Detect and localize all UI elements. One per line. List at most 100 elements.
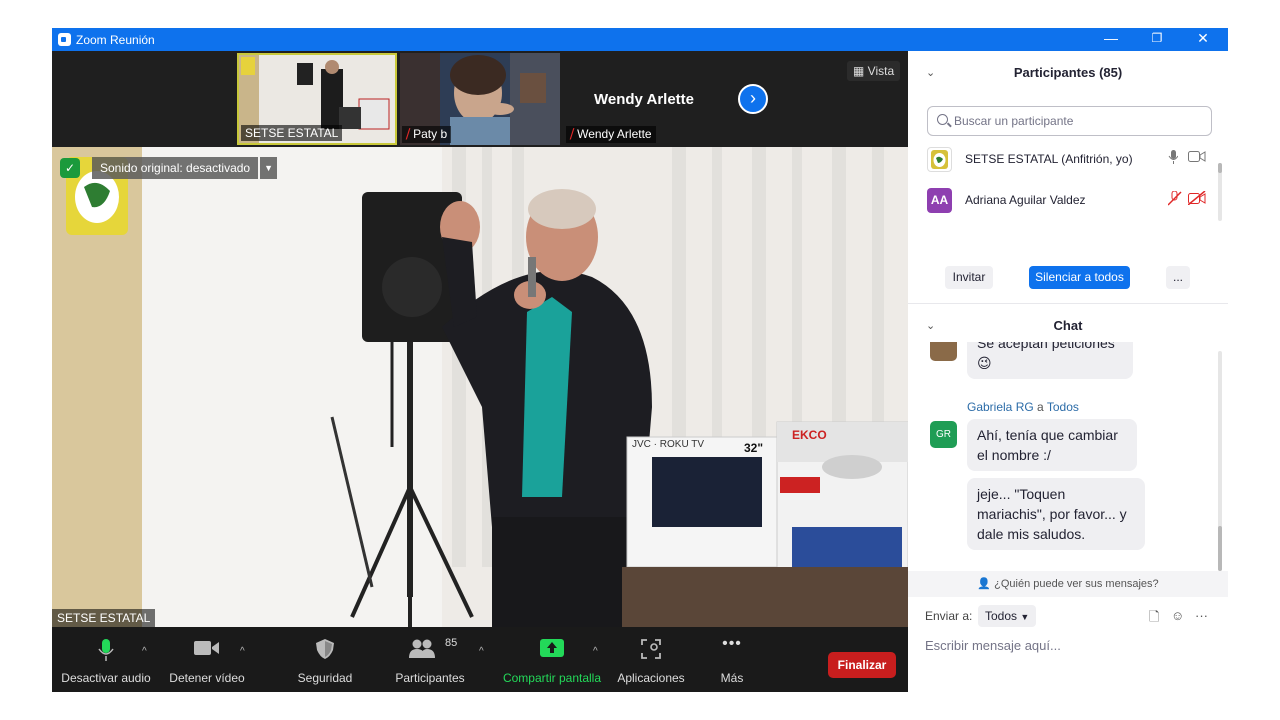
send-to-label: Enviar a: (925, 609, 973, 623)
participants-more-button[interactable]: ... (1166, 266, 1190, 289)
participants-label: Participantes (395, 671, 465, 685)
search-placeholder: Buscar un participante (954, 114, 1074, 128)
security-shield-icon (316, 639, 334, 659)
microphone-muted-icon[interactable] (1168, 191, 1182, 206)
send-to-select[interactable]: Todos ▼ (978, 605, 1037, 627)
zoom-window: Zoom Reunión — ❐ ✕ SETSE ESTATAL ⧸ Paty … (52, 28, 1228, 692)
grid-icon: ▦ (853, 64, 868, 78)
chat-avatar: GR (930, 421, 957, 448)
collapse-chevron-icon[interactable]: ⌄ (926, 51, 935, 95)
security-shield-icon: ✓ (60, 158, 80, 178)
more-button[interactable]: ••• Más (702, 627, 762, 692)
svg-text:32": 32" (744, 441, 763, 455)
participants-panel-header: ⌄ Participantes (85) (908, 51, 1228, 95)
original-sound-banner[interactable]: ✓ Sonido original: desactivado ▼ (60, 156, 278, 180)
mic-muted-icon: ⧸ (406, 127, 411, 141)
end-meeting-button[interactable]: Finalizar (828, 652, 896, 678)
microphone-icon (98, 639, 114, 661)
chat-sender-line: Gabriela RG a Todos (967, 400, 1079, 414)
more-dots-icon: ••• (722, 635, 742, 652)
participant-row[interactable]: SETSE ESTATAL (Anfitrión, yo) (908, 139, 1218, 179)
title-bar: Zoom Reunión — ❐ ✕ (52, 28, 1228, 51)
participants-button[interactable]: 85 Participantes (388, 627, 472, 692)
restore-button[interactable]: ❐ (1134, 28, 1180, 51)
minimize-button[interactable]: — (1088, 28, 1134, 51)
video-camera-icon (194, 641, 219, 655)
thumbnail-name-text: Wendy Arlette (577, 127, 652, 141)
chat-more-icon[interactable]: ··· (1195, 608, 1208, 623)
share-screen-label: Compartir pantalla (502, 671, 602, 685)
video-area: SETSE ESTATAL ⧸ Paty b Wendy Arlette ⧸ W… (52, 51, 908, 692)
mute-audio-label: Desactivar audio (61, 671, 151, 685)
audio-options-chevron-icon[interactable]: ^ (142, 646, 147, 657)
avatar (927, 147, 952, 172)
video-options-chevron-icon[interactable]: ^ (240, 646, 245, 657)
main-video[interactable]: JVC · ROKU TV 32" EKCO ✓ Sonido original… (52, 147, 908, 627)
microphone-icon[interactable] (1168, 150, 1178, 165)
participants-panel-title: Participantes (85) (1013, 65, 1123, 80)
invite-button[interactable]: Invitar (945, 266, 993, 289)
video-off-icon[interactable] (1188, 191, 1206, 205)
chat-connector: a (1037, 400, 1044, 414)
close-button[interactable]: ✕ (1180, 28, 1226, 51)
svg-text:EKCO: EKCO (792, 428, 827, 442)
thumbnail-name: SETSE ESTATAL (241, 125, 343, 141)
video-camera-icon[interactable] (1188, 150, 1206, 163)
emoji-icon[interactable]: ☺ (1171, 608, 1184, 623)
security-button[interactable]: Seguridad (288, 627, 362, 692)
thumbnail-name: ⧸ Wendy Arlette (566, 126, 656, 143)
chevron-down-icon[interactable]: ▼ (260, 157, 278, 179)
speaker-name-label: SETSE ESTATAL (52, 609, 156, 627)
mute-audio-button[interactable]: Desactivar audio (58, 627, 154, 692)
apps-icon (641, 639, 661, 659)
chevron-down-icon: ▼ (1020, 612, 1030, 622)
original-sound-text: Sonido original: desactivado (92, 157, 259, 179)
mic-muted-icon: ⧸ (570, 127, 575, 141)
chat-recipient: Todos (1046, 400, 1079, 414)
security-label: Seguridad (297, 671, 353, 685)
view-button[interactable]: ▦ Vista (847, 61, 901, 81)
share-screen-button[interactable]: Compartir pantalla (500, 627, 604, 692)
view-button-label: Vista (867, 64, 895, 78)
participant-search-input[interactable]: Buscar un participante (927, 106, 1212, 136)
chat-sender: Gabriela RG (967, 400, 1034, 414)
svg-text:JVC · ROKU TV: JVC · ROKU TV (632, 439, 704, 450)
avatar: AA (927, 188, 952, 213)
meeting-toolbar: Desactivar audio ^ Detener vídeo ^ Segur… (52, 627, 908, 692)
chat-messages[interactable]: Se aceptan peticiones 😉 Gabriela RG a To… (908, 342, 1228, 573)
zoom-app-icon (58, 33, 71, 46)
mute-all-button[interactable]: Silenciar a todos (1029, 266, 1130, 289)
person-eye-icon: 👤 (977, 578, 992, 590)
chat-avatar (930, 342, 957, 361)
participant-row[interactable]: AA Adriana Aguilar Valdez (908, 180, 1218, 220)
organization-logo-icon (931, 150, 948, 169)
stop-video-label: Detener vídeo (169, 671, 245, 685)
chat-scrollbar-thumb[interactable] (1218, 526, 1222, 571)
send-to-value: Todos (985, 609, 1018, 623)
participants-options-chevron-icon[interactable]: ^ (479, 646, 484, 657)
participant-name: SETSE ESTATAL (Anfitrión, yo) (965, 152, 1133, 166)
file-icon[interactable]: 🗋 (1149, 608, 1159, 630)
thumbnail-name: ⧸ Paty b (402, 126, 452, 143)
apps-button[interactable]: Aplicaciones (612, 627, 690, 692)
next-page-arrow-icon[interactable]: › (738, 84, 768, 114)
chat-message: Se aceptan peticiones 😉 (967, 342, 1133, 379)
side-panel: ⌄ Participantes (85) Buscar un participa… (908, 51, 1228, 692)
participants-scrollbar-thumb[interactable] (1218, 163, 1222, 173)
chat-message-input[interactable]: Escribir mensaje aquí... (925, 638, 1061, 653)
speaker-video-image: JVC · ROKU TV 32" EKCO (52, 147, 908, 627)
video-thumbnail[interactable]: ⧸ Paty b (400, 53, 560, 145)
thumbnail-name-text: Paty b (413, 127, 448, 141)
participant-name: Adriana Aguilar Valdez (965, 193, 1086, 207)
share-options-chevron-icon[interactable]: ^ (593, 646, 598, 657)
video-thumbnail[interactable]: Wendy Arlette ⧸ Wendy Arlette (564, 53, 724, 145)
who-can-see-messages-link[interactable]: 👤 ¿Quién puede ver sus mensajes? (908, 571, 1228, 597)
chat-message: jeje... "Toquen mariachis", por favor...… (967, 478, 1145, 550)
more-label: Más (720, 671, 744, 685)
stop-video-button[interactable]: Detener vídeo (162, 627, 252, 692)
wink-emoji-icon: 😉 (977, 355, 992, 371)
search-icon (937, 114, 948, 125)
thumbnail-strip: SETSE ESTATAL ⧸ Paty b Wendy Arlette ⧸ W… (52, 51, 908, 147)
apps-label: Aplicaciones (617, 671, 685, 685)
video-thumbnail[interactable]: SETSE ESTATAL (237, 53, 397, 145)
